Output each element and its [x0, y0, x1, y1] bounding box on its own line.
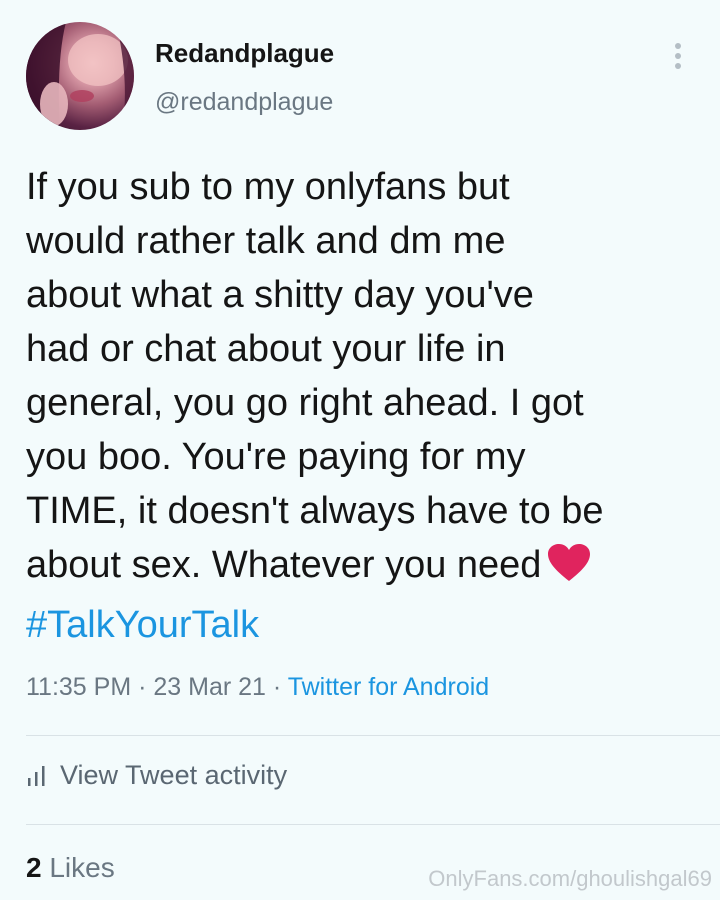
likes-link[interactable]: 2 Likes [26, 852, 115, 884]
meta-separator: · [131, 673, 154, 701]
activity-label: View Tweet activity [60, 760, 288, 790]
divider [26, 735, 720, 736]
tweet-text: If you sub to my onlyfans but would rath… [26, 160, 706, 652]
more-options-icon[interactable] [664, 38, 692, 74]
tweet-metadata: 11:35 PM · 23 Mar 21 · Twitter for Andro… [26, 673, 489, 702]
meta-separator: · [265, 673, 288, 701]
tweet-date: 23 Mar 21 [153, 673, 266, 701]
user-handle[interactable]: @redandplague [155, 88, 333, 117]
tweet-body: If you sub to my onlyfans but would rath… [26, 166, 604, 586]
analytics-icon [28, 765, 45, 786]
likes-count: 2 [26, 852, 42, 883]
tweet-time: 11:35 PM [26, 673, 132, 701]
likes-label: Likes [49, 852, 115, 883]
heart-icon [547, 543, 591, 598]
tweet-page: Redandplague @redandplague If you sub to… [0, 0, 720, 900]
tweet-source-link[interactable]: Twitter for Android [288, 673, 489, 701]
hashtag-link[interactable]: #TalkYourTalk [26, 604, 259, 646]
divider [26, 824, 720, 825]
display-name[interactable]: Redandplague [155, 38, 334, 69]
watermark: OnlyFans.com/ghoulishgal69 [428, 866, 712, 891]
avatar[interactable] [26, 22, 134, 130]
view-tweet-activity-button[interactable]: View Tweet activity [26, 760, 287, 791]
